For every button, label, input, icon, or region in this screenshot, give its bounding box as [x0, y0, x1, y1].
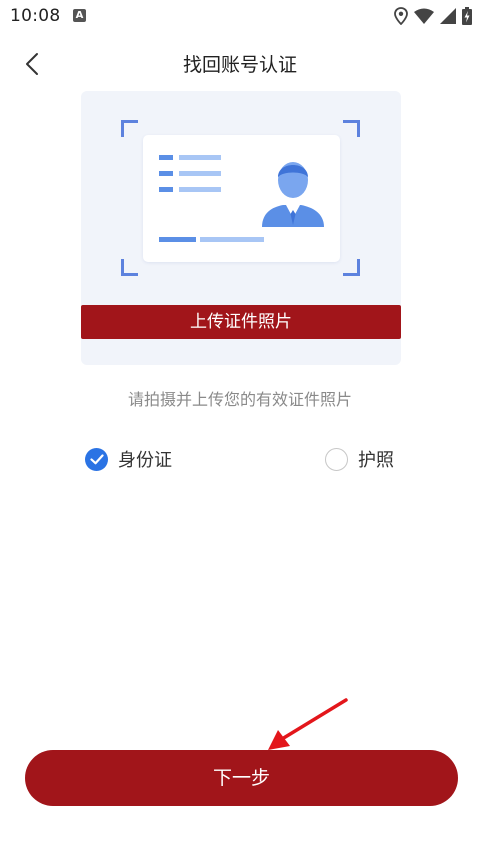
signal-icon: [440, 8, 456, 24]
page-title: 找回账号认证: [182, 54, 297, 76]
wifi-icon: [414, 8, 434, 24]
notification-badge-icon: A: [73, 9, 86, 22]
annotation-arrow-icon: [268, 698, 348, 750]
radio-checked-icon: [85, 447, 108, 471]
upload-hint: 请拍摄并上传您的有效证件照片: [127, 390, 352, 409]
upload-photo-button[interactable]: 上传证件照片: [81, 305, 401, 339]
status-time: 10:08: [10, 6, 61, 26]
frame-corner: [343, 259, 360, 276]
radio-passport[interactable]: 护照: [325, 444, 394, 474]
document-type-selector: 身份证 护照: [0, 444, 480, 474]
radio-label: 身份证: [118, 450, 172, 471]
frame-corner: [343, 120, 360, 137]
radio-id-card[interactable]: 身份证: [85, 444, 172, 474]
next-step-button[interactable]: 下一步: [25, 750, 458, 806]
id-card-illustration: [143, 135, 340, 262]
frame-corner: [121, 259, 138, 276]
status-bar: 10:08 A: [0, 0, 480, 32]
radio-label: 护照: [358, 450, 394, 471]
location-icon: [394, 7, 408, 25]
id-card-icon: [159, 155, 324, 242]
frame-corner: [121, 120, 138, 137]
battery-icon: [462, 7, 472, 25]
upload-card[interactable]: 上传证件照片: [81, 91, 401, 365]
header: 找回账号认证: [0, 40, 480, 86]
status-icons: [394, 7, 472, 25]
radio-unchecked-icon: [325, 447, 348, 471]
